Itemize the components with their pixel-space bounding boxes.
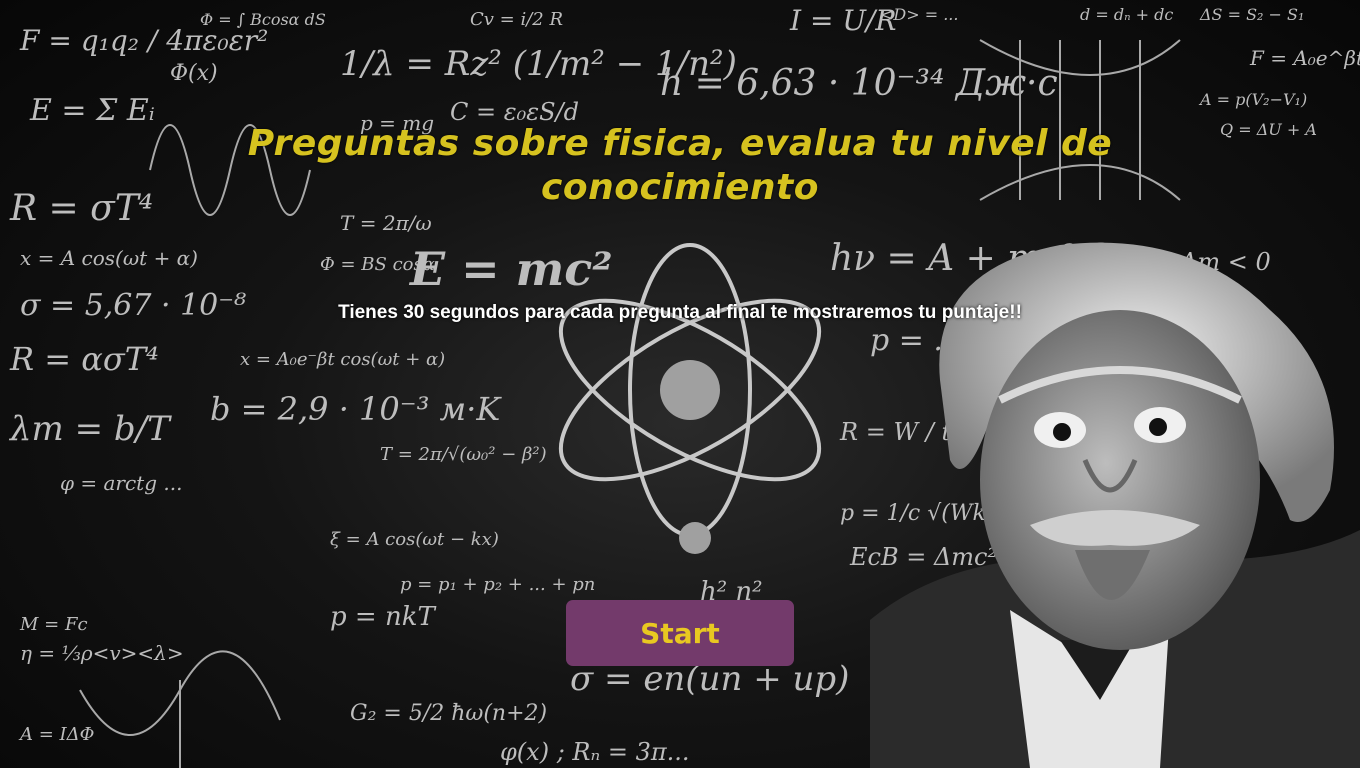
svg-text:R = ασT⁴: R = ασT⁴ xyxy=(9,340,159,378)
svg-text:Q = ΔU + A: Q = ΔU + A xyxy=(1220,120,1317,139)
svg-text:F = A₀e^βt: F = A₀e^βt xyxy=(1249,46,1360,70)
svg-text:x = A₀e⁻βt cos(ωt + α): x = A₀e⁻βt cos(ωt + α) xyxy=(240,349,445,370)
svg-text:Φ = BS cosα: Φ = BS cosα xyxy=(320,254,435,275)
svg-text:T = 2π/√(ω₀² − β²): T = 2π/√(ω₀² − β²) xyxy=(380,444,547,465)
svg-text:A = IΔΦ: A = IΔΦ xyxy=(18,724,94,745)
svg-text:M = Fc: M = Fc xyxy=(19,614,88,635)
atom-illustration xyxy=(558,243,822,554)
svg-text:R = σT⁴: R = σT⁴ xyxy=(9,188,153,229)
svg-text:A = p(V₂−V₁): A = p(V₂−V₁) xyxy=(1198,90,1307,109)
svg-text:G₂ = 5/2 ħω(n+2): G₂ = 5/2 ħω(n+2) xyxy=(350,701,547,726)
svg-text:Φ(x): Φ(x) xyxy=(170,61,218,86)
svg-text:ΔS = S₂ − S₁: ΔS = S₂ − S₁ xyxy=(1199,5,1304,24)
page-title: Preguntas sobre fisica, evalua tu nivel … xyxy=(247,123,1113,208)
svg-text:d = dₙ + dc: d = dₙ + dc xyxy=(1080,5,1173,24)
quiz-start-screen: F = q₁q₂ / 4πε₀εr² Φ(x) E = Σ Eᵢ R = σT⁴… xyxy=(0,0,1360,768)
svg-text:Φ = ∫ Bcosα dS: Φ = ∫ Bcosα dS xyxy=(200,10,326,29)
svg-text:b = 2,9 · 10⁻³ м·K: b = 2,9 · 10⁻³ м·K xyxy=(210,390,502,428)
svg-text:x = A cos(ωt + α): x = A cos(ωt + α) xyxy=(20,246,198,270)
svg-text:T = 2π/ω: T = 2π/ω xyxy=(340,211,432,235)
svg-text:<D> = ...: <D> = ... xyxy=(880,5,958,24)
start-button[interactable]: Start xyxy=(566,600,794,666)
instructions-text: Tienes 30 segundos para cada pregunta al… xyxy=(338,302,1022,323)
svg-text:Cv = i/2 R: Cv = i/2 R xyxy=(470,9,563,30)
svg-text:φ = arctg ...: φ = arctg ... xyxy=(60,471,182,495)
svg-text:σ = 5,67 · 10⁻⁸: σ = 5,67 · 10⁻⁸ xyxy=(20,288,246,323)
svg-text:E = Σ Eᵢ: E = Σ Eᵢ xyxy=(29,93,155,128)
svg-text:η = ⅓ρ<v><λ>: η = ⅓ρ<v><λ> xyxy=(20,641,184,665)
svg-text:h = 6,63 · 10⁻³⁴ Дж·с: h = 6,63 · 10⁻³⁴ Дж·с xyxy=(660,63,1058,104)
svg-text:p = p₁ + p₂ + ... + pn: p = p₁ + p₂ + ... + pn xyxy=(400,574,595,595)
svg-text:p = nkT: p = nkT xyxy=(330,602,436,632)
svg-text:ξ = A cos(ωt − kx): ξ = A cos(ωt − kx) xyxy=(330,529,499,550)
svg-text:φ(x) ; Rₙ = 3π...: φ(x) ; Rₙ = 3π... xyxy=(500,738,690,766)
svg-text:λm = b/T: λm = b/T xyxy=(8,409,172,449)
